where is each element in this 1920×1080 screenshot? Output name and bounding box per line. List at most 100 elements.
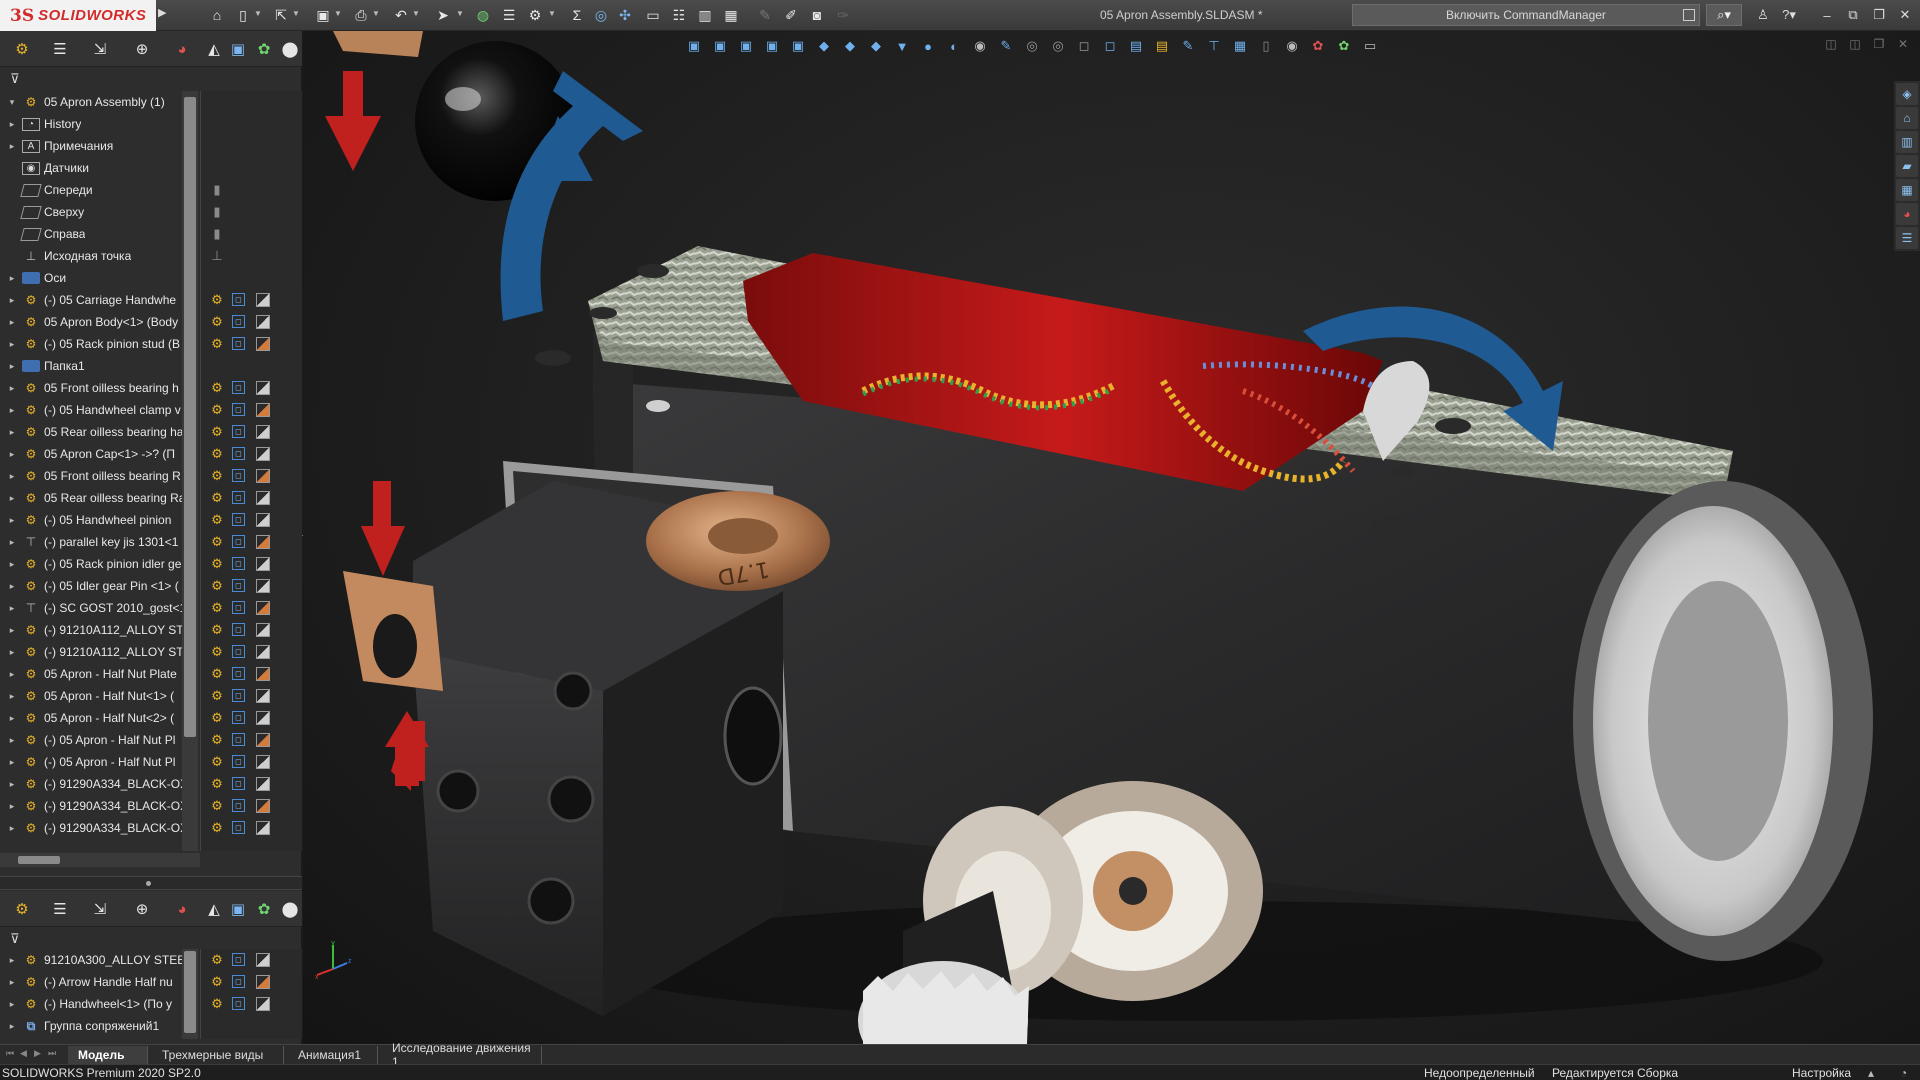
appearance-swatch-icon[interactable] xyxy=(256,975,270,989)
visibility-state-icon[interactable]: ◻ xyxy=(232,623,245,636)
component-state-icon[interactable]: ⚙ xyxy=(208,489,226,507)
expand-icon[interactable]: ▸ xyxy=(6,559,18,570)
expand-icon[interactable]: ▸ xyxy=(6,317,18,328)
expand-icon[interactable]: ▸ xyxy=(6,471,18,482)
tree-item[interactable]: ▸ ⚙ 05 Rear oilless bearing Ra xyxy=(0,487,200,509)
component-state-icon[interactable]: ⚙ xyxy=(208,577,226,595)
appearance-swatch-icon[interactable] xyxy=(256,799,270,813)
tree-item[interactable]: ▸ ⚙ 05 Rear oilless bearing ha xyxy=(0,421,200,443)
appearance-icon[interactable]: ▣ xyxy=(226,898,250,920)
user-icon[interactable]: ♙ xyxy=(1752,5,1774,25)
tree-item[interactable]: ▸ ⚙ 05 Front oilless bearing h xyxy=(0,377,200,399)
tree-item[interactable]: ▸ ⚙ (-) 91290A334_BLACK-OX xyxy=(0,795,200,817)
tree-hscrollbar-top[interactable] xyxy=(0,853,200,867)
save-dropdown-icon[interactable]: ▼ xyxy=(334,9,342,21)
design-library-icon[interactable]: ▥ xyxy=(1896,131,1918,153)
tree-item[interactable]: ▸ ⚙ 05 Apron - Half Nut<2> ( xyxy=(0,707,200,729)
tree-item[interactable]: ▸ ⚙ 05 Apron Cap<1> ->? (П xyxy=(0,443,200,465)
appearance-swatch-icon[interactable] xyxy=(256,535,270,549)
appearance-swatch-icon[interactable] xyxy=(256,755,270,769)
view-single-icon[interactable]: ▭ xyxy=(642,5,664,25)
component-state-icon[interactable]: ⚙ xyxy=(208,665,226,683)
component-state-icon[interactable]: ⚙ xyxy=(208,423,226,441)
appearance-swatch-icon[interactable] xyxy=(256,667,270,681)
component-state-icon[interactable]: ⚙ xyxy=(208,753,226,771)
appearance-swatch-icon[interactable] xyxy=(256,997,270,1011)
rebuild-icon[interactable]: ◍ xyxy=(472,5,494,25)
expand-icon[interactable]: ▸ xyxy=(6,669,18,680)
expand-icon[interactable]: ▸ xyxy=(6,955,18,966)
visibility-state-icon[interactable]: ◻ xyxy=(232,469,245,482)
options-dropdown-icon[interactable]: ▼ xyxy=(548,9,556,21)
tree-item[interactable]: ▸ ⚙ (-) 05 Rack pinion idler ge xyxy=(0,553,200,575)
component-state-icon[interactable]: ⚙ xyxy=(208,643,226,661)
visibility-state-icon[interactable]: ◻ xyxy=(232,535,245,548)
solidworks-logo[interactable]: 3S SOLIDWORKS xyxy=(0,0,156,31)
visibility-state-icon[interactable]: ◻ xyxy=(232,755,245,768)
first-tab-icon[interactable]: ⏮ xyxy=(6,1048,18,1061)
component-state-icon[interactable]: ⚙ xyxy=(208,445,226,463)
expand-icon[interactable]: ▸ xyxy=(6,361,18,372)
component-state-icon[interactable]: ⚙ xyxy=(208,687,226,705)
tree-item[interactable]: ▸ ⧉ Группа сопряжений1 xyxy=(0,1015,200,1037)
visibility-state-icon[interactable]: ◻ xyxy=(232,337,245,350)
appearance-swatch-icon[interactable] xyxy=(256,821,270,835)
undo-dropdown-icon[interactable]: ▼ xyxy=(412,9,420,21)
appearance-swatch-icon[interactable] xyxy=(256,293,270,307)
tree-item[interactable]: ▸ Папка1 xyxy=(0,355,200,377)
expand-icon[interactable]: ▸ xyxy=(6,999,18,1010)
command-search-box[interactable]: Включить CommandManager xyxy=(1352,4,1700,26)
print-icon[interactable]: ⎙ xyxy=(350,5,372,25)
material-icon[interactable]: ⬤ xyxy=(278,38,302,60)
component-state-icon[interactable]: ⚙ xyxy=(208,599,226,617)
display-states-icon[interactable]: ◭ xyxy=(202,898,226,920)
search-icon[interactable]: ⌕▾ xyxy=(1706,4,1742,26)
panel-splitter[interactable] xyxy=(0,876,302,890)
tree-item[interactable]: ▸ ⚙ (-) 05 Handwheel clamp v xyxy=(0,399,200,421)
settings-menu[interactable]: Настройка xyxy=(1792,1066,1851,1080)
component-state-icon[interactable]: ⚙ xyxy=(208,467,226,485)
pen-tools-icon[interactable]: ✐ xyxy=(780,5,802,25)
component-state-icon[interactable]: ⚙ xyxy=(208,379,226,397)
tree-item[interactable]: ▸ ⚙ 05 Apron - Half Nut Plate xyxy=(0,663,200,685)
assembly-3d-render[interactable]: 1.7D xyxy=(303,31,1920,1044)
expand-icon[interactable]: ▸ xyxy=(6,691,18,702)
half-nut-plate-top[interactable] xyxy=(333,31,423,57)
measure-icon[interactable]: ◎ xyxy=(590,5,612,25)
prev-tab-icon[interactable]: ◀ xyxy=(20,1048,32,1061)
expand-icon[interactable]: ▸ xyxy=(6,515,18,526)
tree-item[interactable]: ▸ ⚙ (-) 91290A334_BLACK-OX xyxy=(0,773,200,795)
expand-icon[interactable]: ▸ xyxy=(6,383,18,394)
component-state-icon[interactable]: ⚙ xyxy=(208,731,226,749)
collapse-icon[interactable]: ▾ xyxy=(6,97,18,108)
tree-item[interactable]: ▸ ⚙ (-) Arrow Handle Half nu xyxy=(0,971,200,993)
view-horizontal-icon[interactable]: ☷ xyxy=(668,5,690,25)
appearance-swatch-icon[interactable] xyxy=(256,953,270,967)
configuration-manager-tab-icon[interactable]: ⇲ xyxy=(88,898,112,920)
expand-icon[interactable]: ▸ xyxy=(6,449,18,460)
home-pane-icon[interactable]: ⌂ xyxy=(1896,107,1918,129)
feature-manager-tab-icon[interactable]: ⚙ xyxy=(10,898,34,920)
expand-icon[interactable]: ▸ xyxy=(6,295,18,306)
visibility-state-icon[interactable]: ◻ xyxy=(232,799,245,812)
expand-icon[interactable]: ▸ xyxy=(6,735,18,746)
view-four-icon[interactable]: ▦ xyxy=(720,5,742,25)
appearance-swatch-icon[interactable] xyxy=(256,425,270,439)
open-dropdown-icon[interactable]: ▼ xyxy=(292,9,300,21)
tree-item[interactable]: ◉ Датчики xyxy=(0,157,200,179)
expand-icon[interactable]: ▸ xyxy=(6,823,18,834)
view-vertical-icon[interactable]: ▥ xyxy=(694,5,716,25)
visibility-state-icon[interactable]: ◻ xyxy=(232,997,245,1010)
appearance-swatch-icon[interactable] xyxy=(256,491,270,505)
expand-icon[interactable]: ▸ xyxy=(6,647,18,658)
appearance-icon[interactable]: ▣ xyxy=(226,38,250,60)
appearance-swatch-icon[interactable] xyxy=(256,469,270,483)
file-properties-icon[interactable]: ☰ xyxy=(498,5,520,25)
material-icon[interactable]: ⬤ xyxy=(278,898,302,920)
tree-item[interactable]: ▸ ⚙ 05 Front oilless bearing R xyxy=(0,465,200,487)
scene-icon[interactable]: ✿ xyxy=(252,38,276,60)
tree-hscrollbar-thumb[interactable] xyxy=(18,856,60,864)
print-dropdown-icon[interactable]: ▼ xyxy=(372,9,380,21)
tree-scrollbar-bottom[interactable] xyxy=(182,949,198,1039)
scene-icon[interactable]: ✿ xyxy=(252,898,276,920)
